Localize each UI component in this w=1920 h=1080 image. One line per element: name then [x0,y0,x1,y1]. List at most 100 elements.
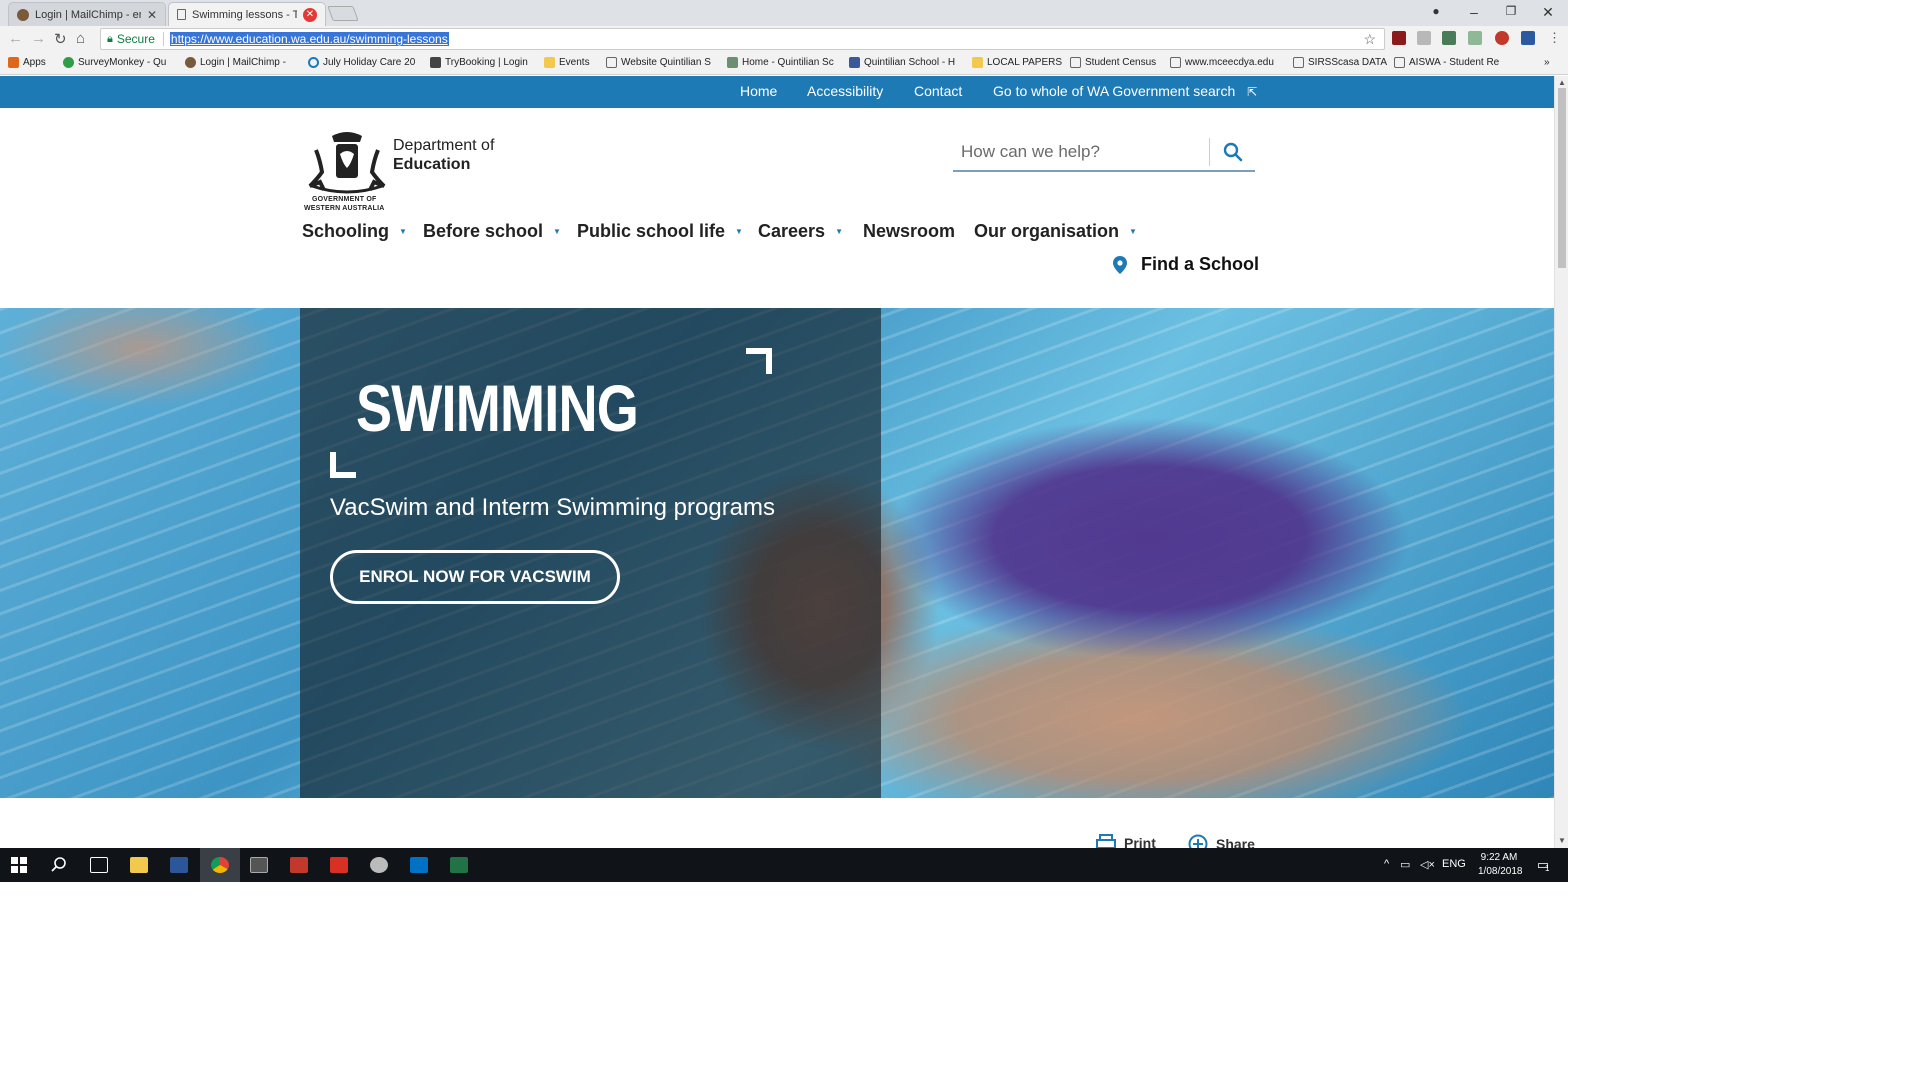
page-icon [1394,57,1405,68]
bookmark-website-quintilian[interactable]: Website Quintilian S [606,57,716,68]
tab-title: Login | MailChimp - emai [35,8,141,21]
enrol-vacswim-button[interactable]: ENROL NOW FOR VACSWIM [330,550,620,604]
back-icon[interactable]: ← [8,30,23,47]
overflow-chevron-icon: » [1544,57,1550,68]
close-tab-icon[interactable]: ✕ [147,8,157,22]
app-cloud-icon[interactable] [368,854,390,876]
app-red-icon[interactable] [288,854,310,876]
task-view-icon[interactable] [88,854,110,876]
nav-our-organisation[interactable]: Our organisation ▼ [974,221,1137,242]
search-extension-icon[interactable] [1417,31,1431,45]
acrobat-extension-icon[interactable] [1392,31,1406,45]
utility-link-wa-gov-search[interactable]: Go to whole of WA Government search ⇱ [993,83,1257,99]
tray-chevron-up-icon[interactable]: ^ [1384,858,1389,870]
nav-before-school[interactable]: Before school ▼ [423,221,561,242]
new-tab-button[interactable] [327,6,359,21]
nav-careers[interactable]: Careers ▼ [758,221,843,242]
gmail-icon[interactable] [328,854,350,876]
web-page: Home Accessibility Contact Go to whole o… [0,76,1554,848]
bookmark-mailchimp[interactable]: Login | MailChimp - [185,57,297,68]
screenshot-extension-icon[interactable] [1442,31,1456,45]
search-icon[interactable] [48,854,70,876]
word-icon[interactable] [168,854,190,876]
lock-icon: 🔒︎ [107,32,113,45]
windows-start-icon[interactable] [8,854,30,876]
outlook-icon[interactable] [408,854,430,876]
url-text[interactable]: https://www.education.wa.edu.au/swimming… [169,32,449,46]
taskbar-clock[interactable]: 9:22 AM 1/08/2018 [1478,851,1523,879]
bookmark-apps[interactable]: Apps [8,57,46,68]
nav-label: Careers [758,221,826,241]
profile-icon[interactable]: ● [1426,4,1446,18]
bookmark-events[interactable]: Events [544,57,600,68]
search-icon[interactable] [1223,142,1243,167]
network-icon[interactable]: ▭ [1400,858,1410,871]
close-window-button[interactable]: ✕ [1538,4,1558,21]
bookmark-star-icon[interactable]: ☆ [1363,31,1376,48]
share-plus-icon [1188,834,1208,848]
holiday-care-icon [308,57,319,68]
chevron-down-icon: ▼ [735,227,743,236]
bookmark-trybooking[interactable]: TryBooking | Login [430,57,538,68]
chrome-icon[interactable] [209,854,231,876]
utility-link-accessibility[interactable]: Accessibility [807,83,883,99]
action-center-icon[interactable]: ▭ 1 [1532,854,1554,876]
folder-icon [544,57,555,68]
bookmarks-overflow-button[interactable]: » [1544,57,1550,68]
extension-icon[interactable] [1468,31,1482,45]
close-tab-icon[interactable]: ✕ [303,7,317,22]
clock-date: 1/08/2018 [1478,866,1523,877]
share-button[interactable]: Share [1188,834,1255,848]
utility-link-home[interactable]: Home [740,83,777,99]
menu-icon[interactable]: ⋮ [1548,30,1561,46]
forward-icon[interactable]: → [31,30,46,47]
bookmark-mceecdya[interactable]: www.mceecdya.edu [1170,57,1282,68]
bookmark-local-papers[interactable]: LOCAL PAPERS [972,57,1064,68]
bookmark-home-quintilian[interactable]: Home - Quintilian Sc [727,57,839,68]
bookmark-label: TryBooking | Login [445,57,528,68]
utility-link-contact[interactable]: Contact [914,83,962,99]
restore-button[interactable]: ❐ [1501,4,1521,18]
bookmark-label: Events [559,57,590,68]
share-label: Share [1216,836,1255,848]
excel-icon[interactable] [448,854,470,876]
wa-government-crest-logo[interactable]: GOVERNMENT OF WESTERN AUSTRALIA [302,128,392,216]
scroll-up-icon[interactable]: ▲ [1558,78,1566,87]
bookmark-student-census[interactable]: Student Census [1070,57,1162,68]
bookmark-label: Apps [23,57,46,68]
bookmark-label: Website Quintilian S [621,57,711,68]
hero-title: SWIMMING [356,371,639,445]
crest-text-line2: WESTERN AUSTRALIA [304,205,385,212]
bookmark-label: Student Census [1085,57,1157,68]
scroll-down-icon[interactable]: ▼ [1558,836,1566,845]
bookmark-label: July Holiday Care 20 [323,57,416,68]
reload-icon[interactable]: ↻ [54,30,67,48]
address-bar[interactable]: 🔒︎ Secure https://www.education.wa.edu.a… [100,28,1385,50]
bookmark-july-holiday-care[interactable]: July Holiday Care 20 [308,57,420,68]
calculator-icon[interactable] [248,854,270,876]
bookmark-quintilian-facebook[interactable]: Quintilian School - H [849,57,961,68]
home-icon[interactable]: ⌂ [76,30,85,47]
corner-bracket-bottom-left [330,452,356,478]
flag-extension-icon[interactable] [1495,31,1509,45]
nav-schooling[interactable]: Schooling ▼ [302,221,407,242]
bookmark-sirsscasa[interactable]: SIRSScasa DATA [1293,57,1391,68]
language-indicator[interactable]: ENG [1442,858,1466,870]
find-a-school-link[interactable]: Find a School [1113,254,1259,275]
print-button[interactable]: Print [1096,834,1156,848]
search-input[interactable] [953,134,1208,170]
tab-swimming-lessons[interactable]: Swimming lessons - The ✕ [168,2,326,26]
bookmark-aiswa[interactable]: AISWA - Student Re [1394,57,1530,68]
minimize-button[interactable]: – [1464,4,1484,20]
page-scrollbar[interactable]: ▲ ▼ [1554,76,1568,848]
scrollbar-thumb[interactable] [1558,88,1566,268]
nav-public-school-life[interactable]: Public school life ▼ [577,221,743,242]
bookmark-surveymonkey[interactable]: SurveyMonkey - Qu [63,57,175,68]
page-favicon-icon [177,9,186,20]
file-explorer-icon[interactable] [128,854,150,876]
extension-icon[interactable] [1521,31,1535,45]
corner-bracket-top-right [746,348,772,374]
nav-newsroom[interactable]: Newsroom [863,221,955,242]
volume-muted-icon[interactable]: ◁× [1420,858,1435,871]
tab-mailchimp[interactable]: Login | MailChimp - emai ✕ [8,2,166,26]
